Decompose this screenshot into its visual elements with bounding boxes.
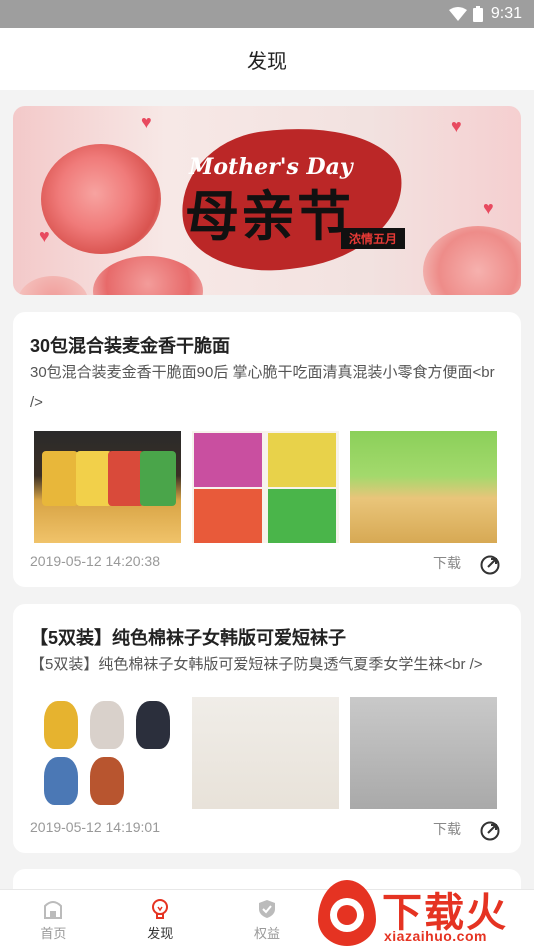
- banner-chinese-text: 母亲节: [185, 184, 353, 248]
- post-images: [34, 697, 497, 809]
- post-date: 2019-05-12 14:19:01: [30, 819, 160, 835]
- product-image[interactable]: [192, 697, 339, 809]
- rose-image: [93, 256, 203, 295]
- page-header: 发现: [0, 28, 534, 90]
- banner-stamp: 浓情五月: [341, 228, 406, 249]
- product-image[interactable]: [350, 697, 497, 809]
- mothers-day-banner[interactable]: ♥ ♥ ♥ ♥ Mother's Day 母亲节 浓情五月: [13, 106, 521, 295]
- status-bar: 9:31: [0, 0, 534, 28]
- tab-discover[interactable]: 发现: [107, 890, 214, 949]
- rose-image: [41, 144, 161, 254]
- tab-label: 发现: [147, 925, 174, 941]
- post-date: 2019-05-12 14:20:38: [30, 553, 160, 569]
- page-title: 发现: [247, 50, 287, 73]
- shield-icon: [258, 899, 275, 918]
- status-time: 9:31: [490, 5, 522, 22]
- post-images: [34, 431, 497, 543]
- lightbulb-icon: [152, 898, 169, 919]
- download-button[interactable]: 下载: [433, 553, 461, 573]
- heart-icon: ♥: [451, 116, 462, 136]
- heart-icon: ♥: [39, 226, 50, 246]
- watermark-url: xiazaihuo.com: [384, 928, 487, 944]
- post-description: 30包混合装麦金香干脆面90后 掌心脆干吃面清真混装小零食方便面<br />: [30, 364, 495, 411]
- tab-label: 首页: [40, 925, 67, 941]
- product-image[interactable]: [34, 431, 181, 543]
- status-icons: [448, 6, 483, 22]
- home-icon: [44, 900, 63, 919]
- post-card[interactable]: 【5双装】纯色棉袜子女韩版可爱短袜子 【5双装】纯色棉袜子女韩版可爱短袜子防臭透…: [13, 604, 521, 853]
- download-button[interactable]: 下载: [433, 819, 461, 839]
- rose-image: [423, 226, 521, 295]
- post-title: 30包混合装麦金香干脆面: [30, 336, 231, 356]
- product-image[interactable]: [192, 431, 339, 543]
- heart-icon: ♥: [141, 112, 152, 132]
- post-title: 【5双装】纯色棉袜子女韩版可爱短袜子: [30, 628, 347, 648]
- flame-logo-icon: [318, 880, 376, 946]
- watermark-logo: 下载火 xiazaihuo.com: [312, 876, 534, 949]
- tab-benefits[interactable]: 权益: [214, 890, 321, 949]
- share-icon[interactable]: [479, 554, 501, 576]
- share-icon[interactable]: [479, 820, 501, 842]
- product-image[interactable]: [350, 431, 497, 543]
- heart-icon: ♥: [483, 198, 494, 218]
- post-description: 【5双装】纯色棉袜子女韩版可爱短袜子防臭透气夏季女学生袜<br />: [30, 656, 483, 673]
- tab-home[interactable]: 首页: [0, 890, 107, 949]
- battery-icon: [472, 6, 483, 22]
- wifi-icon: [448, 7, 467, 21]
- tab-label: 权益: [253, 925, 280, 941]
- post-card[interactable]: 30包混合装麦金香干脆面 30包混合装麦金香干脆面90后 掌心脆干吃面清真混装小…: [13, 312, 521, 587]
- rose-image: [18, 276, 88, 295]
- product-image[interactable]: [34, 697, 181, 809]
